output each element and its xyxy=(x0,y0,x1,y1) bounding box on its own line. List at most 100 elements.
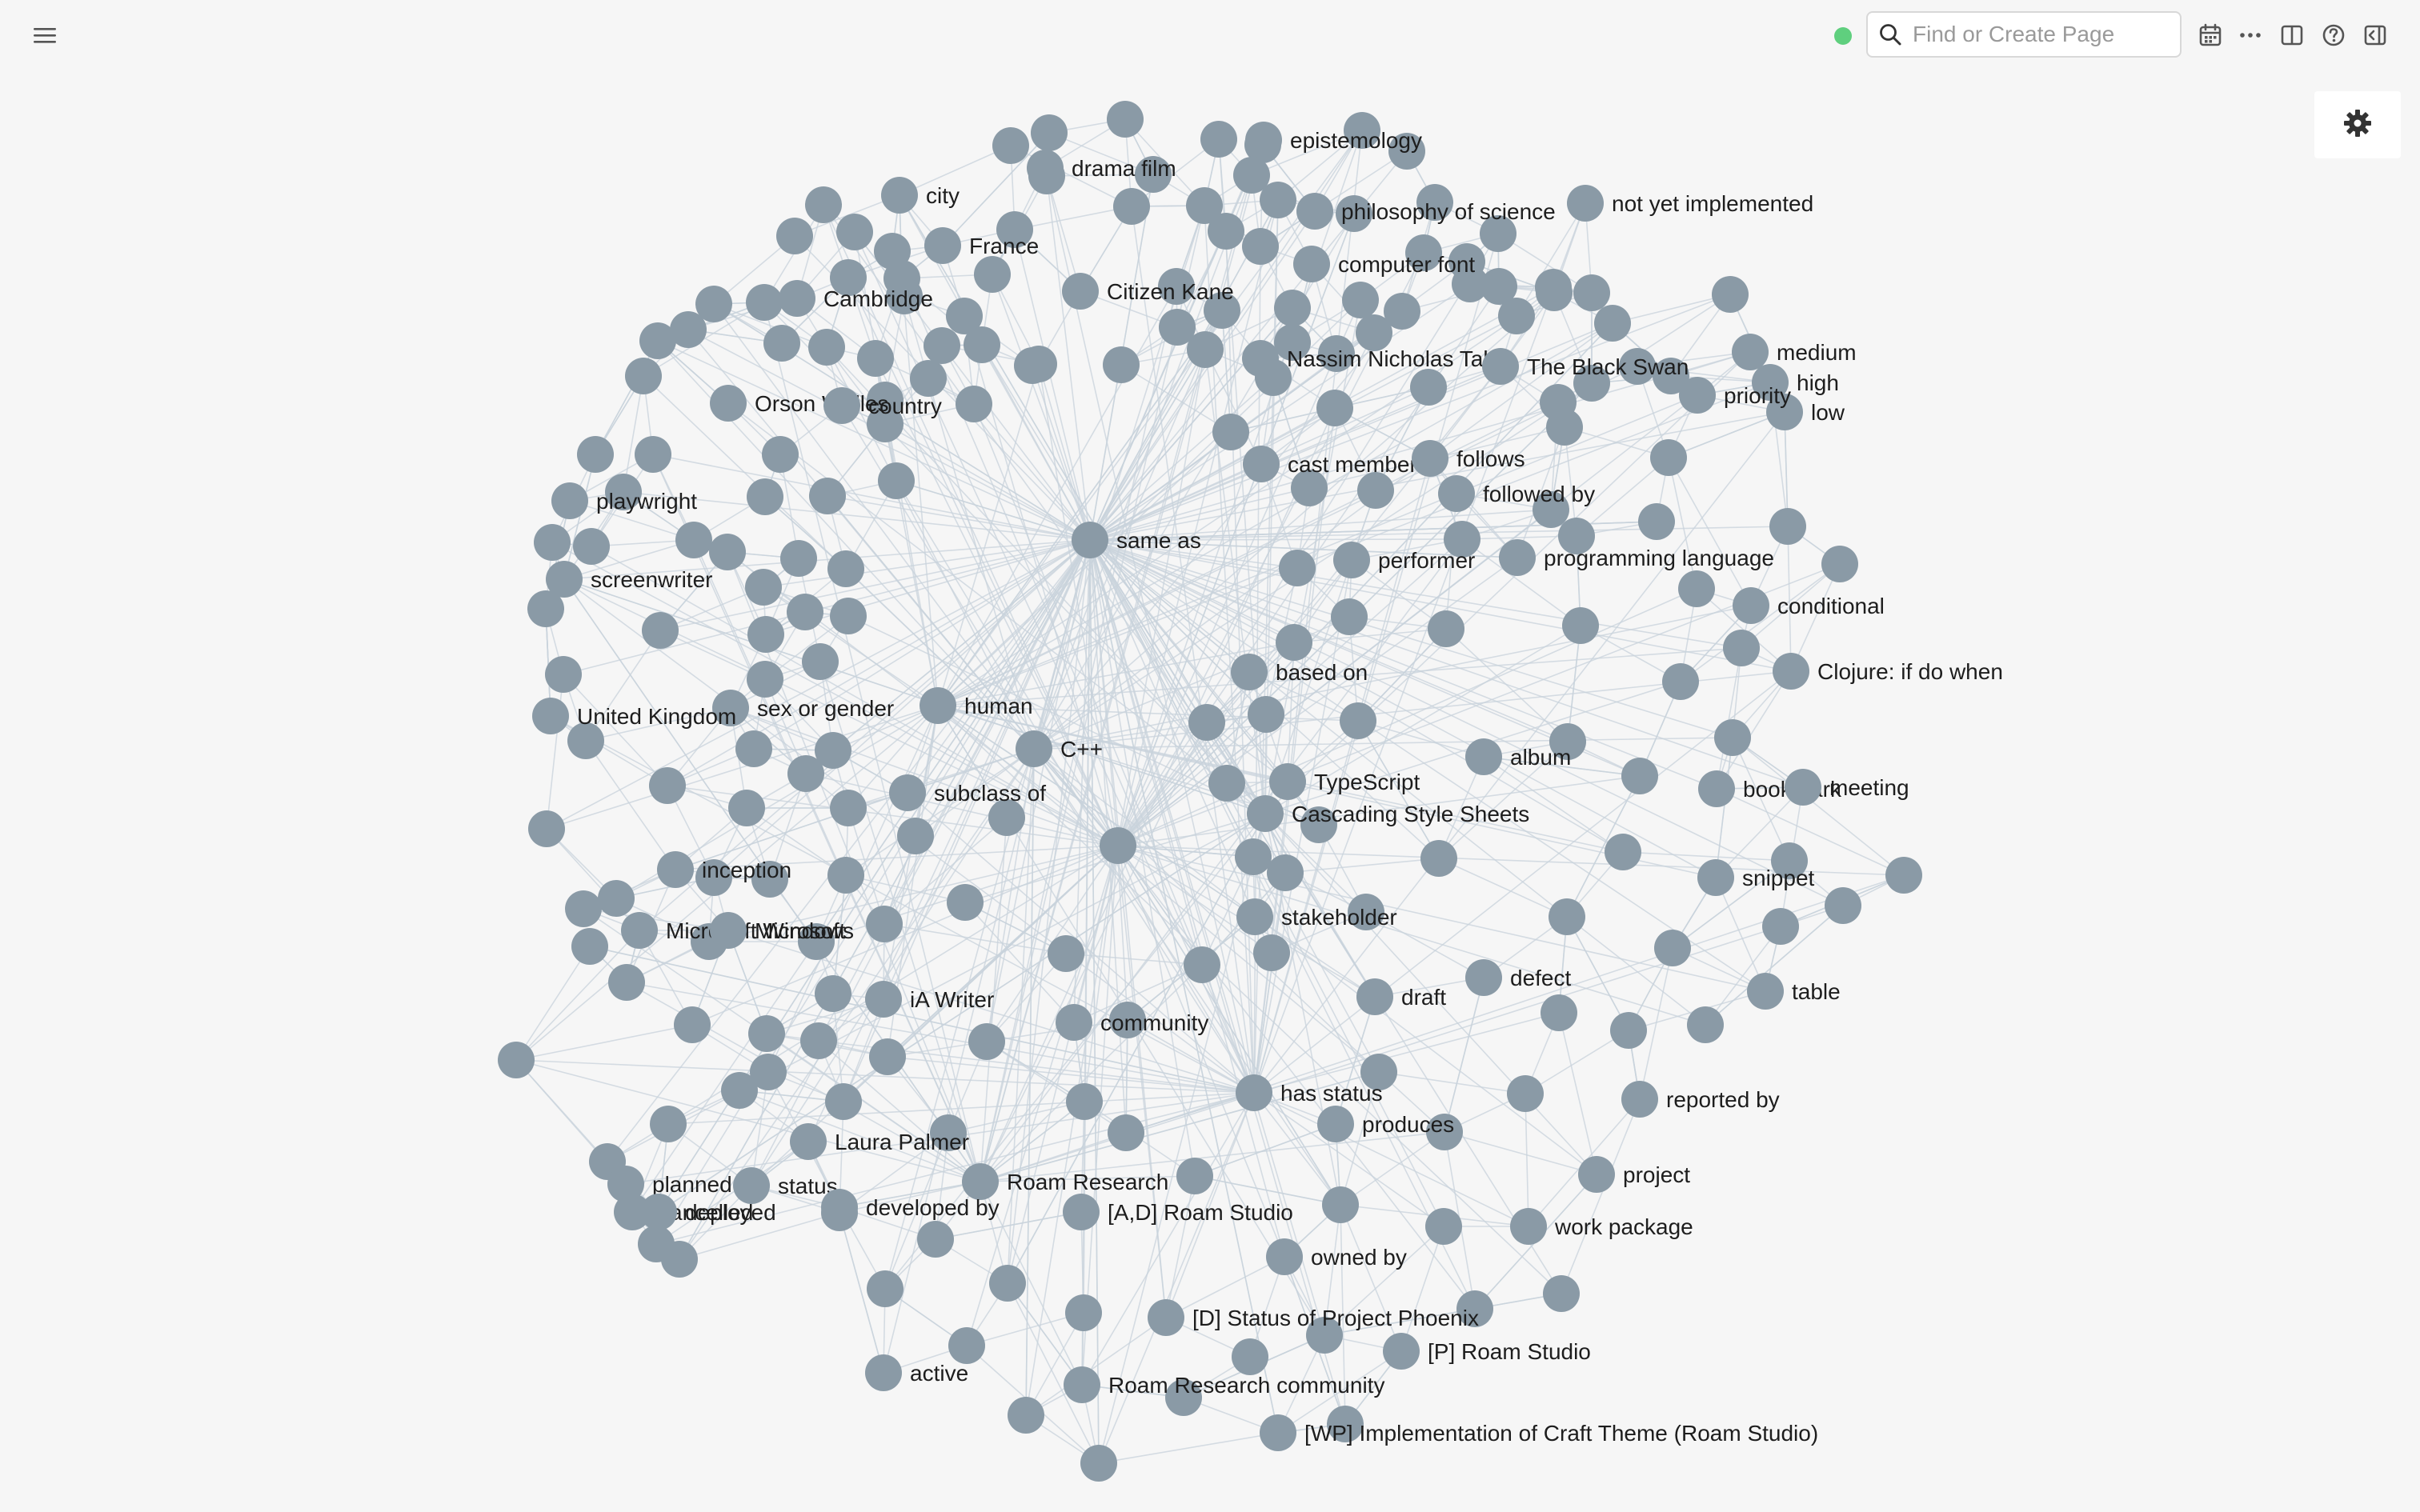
graph-node[interactable] xyxy=(649,767,686,804)
graph-node[interactable] xyxy=(1567,185,1604,222)
node-label-subclass-of[interactable]: subclass of xyxy=(934,781,1046,806)
node-label-roam-research-community[interactable]: Roam Research community xyxy=(1108,1373,1384,1398)
node-label-performer[interactable]: performer xyxy=(1378,548,1475,573)
graph-node[interactable] xyxy=(827,857,864,894)
graph-node[interactable] xyxy=(1260,1414,1296,1451)
graph-node[interactable] xyxy=(1236,1074,1272,1111)
graph-node[interactable] xyxy=(1687,1006,1724,1043)
node-label-based-on[interactable]: based on xyxy=(1276,660,1368,685)
graph-node[interactable] xyxy=(1274,290,1311,326)
node-label-reported-by[interactable]: reported by xyxy=(1666,1087,1780,1112)
graph-node[interactable] xyxy=(1885,857,1922,894)
node-label-draft[interactable]: draft xyxy=(1401,985,1446,1010)
graph-node[interactable] xyxy=(1236,898,1273,935)
graph-node[interactable] xyxy=(1317,1106,1354,1142)
graph-node[interactable] xyxy=(546,561,583,598)
graph-node[interactable] xyxy=(1383,1333,1420,1370)
graph-node[interactable] xyxy=(733,1167,770,1204)
graph-node[interactable] xyxy=(805,186,842,223)
graph-node[interactable] xyxy=(545,656,582,693)
graph-node[interactable] xyxy=(1732,334,1769,370)
graph-node[interactable] xyxy=(1410,369,1447,406)
graph-node[interactable] xyxy=(815,732,851,769)
graph-node[interactable] xyxy=(1188,704,1225,741)
node-label-work-package[interactable]: work package xyxy=(1554,1214,1693,1239)
graph-node[interactable] xyxy=(948,1327,985,1364)
graph-node[interactable] xyxy=(1066,1083,1103,1120)
graph-node[interactable] xyxy=(1499,539,1536,576)
graph-node[interactable] xyxy=(1232,1338,1268,1375)
graph-node[interactable] xyxy=(866,906,903,942)
node-label-table[interactable]: table xyxy=(1792,979,1841,1004)
graph-node[interactable] xyxy=(867,1270,903,1307)
node-label-playwright[interactable]: playwright xyxy=(596,489,697,514)
node-label-meeting[interactable]: meeting xyxy=(1829,775,1909,800)
graph-node[interactable] xyxy=(1773,653,1809,690)
graph-node[interactable] xyxy=(1072,522,1108,558)
graph-node[interactable] xyxy=(920,687,956,724)
node-label-cast-member[interactable]: cast member xyxy=(1288,452,1417,477)
graph-node[interactable] xyxy=(551,482,588,519)
graph-node[interactable] xyxy=(747,616,784,653)
graph-node[interactable] xyxy=(640,1194,677,1230)
graph-node[interactable] xyxy=(1100,827,1136,864)
graph-node[interactable] xyxy=(1662,663,1699,700)
node-label-priority[interactable]: priority xyxy=(1724,383,1791,408)
graph-node[interactable] xyxy=(802,643,839,680)
graph-node[interactable] xyxy=(1465,959,1502,996)
graph-node[interactable] xyxy=(830,790,867,826)
graph-node[interactable] xyxy=(1621,758,1658,794)
graph-node[interactable] xyxy=(1331,598,1368,635)
node-label-sex-or-gender[interactable]: sex or gender xyxy=(757,696,894,721)
graph-node[interactable] xyxy=(1510,1208,1547,1245)
node-label-ia-writer[interactable]: iA Writer xyxy=(910,987,994,1012)
graph-node[interactable] xyxy=(956,386,992,422)
node-label-defect[interactable]: defect xyxy=(1510,966,1571,990)
graph-node[interactable] xyxy=(1212,414,1249,450)
daily-notes-button[interactable] xyxy=(2191,16,2230,54)
graph-node[interactable] xyxy=(809,478,846,514)
graph-node[interactable] xyxy=(1062,273,1099,310)
graph-node[interactable] xyxy=(1605,834,1641,870)
graph-node[interactable] xyxy=(1507,1075,1544,1112)
graph-node[interactable] xyxy=(1785,769,1821,806)
node-label-ad-roam-studio[interactable]: [A,D] Roam Studio xyxy=(1108,1200,1293,1225)
node-label-microsoft[interactable]: Microsoft xyxy=(755,918,846,943)
node-label-country[interactable]: country xyxy=(868,394,942,418)
graph-node[interactable] xyxy=(1031,114,1068,151)
node-label-programming-language[interactable]: programming language xyxy=(1544,546,1774,570)
node-label-css[interactable]: Cascading Style Sheets xyxy=(1292,802,1529,826)
node-label-p-roam-studio[interactable]: [P] Roam Studio xyxy=(1428,1339,1591,1364)
graph-node[interactable] xyxy=(1650,439,1687,476)
graph-node[interactable] xyxy=(1546,409,1583,446)
graph-node[interactable] xyxy=(674,1006,711,1043)
graph-node[interactable] xyxy=(735,730,772,767)
graph-node[interactable] xyxy=(608,964,645,1001)
more-options-button[interactable] xyxy=(2231,16,2270,54)
graph-node[interactable] xyxy=(635,436,671,473)
node-label-cpp[interactable]: C++ xyxy=(1060,737,1103,762)
graph-node[interactable] xyxy=(1541,994,1577,1031)
graph-node[interactable] xyxy=(728,790,765,826)
graph-node[interactable] xyxy=(1184,946,1220,983)
graph-node[interactable] xyxy=(650,1106,687,1142)
graph-node[interactable] xyxy=(565,890,602,927)
node-label-black-swan[interactable]: The Black Swan xyxy=(1527,354,1689,379)
graph-node[interactable] xyxy=(865,981,902,1018)
graph-node[interactable] xyxy=(625,358,662,394)
node-label-active[interactable]: active xyxy=(910,1361,968,1386)
node-label-city[interactable]: city xyxy=(926,183,960,208)
graph-node[interactable] xyxy=(1536,274,1573,311)
node-label-deployed[interactable]: deployed xyxy=(685,1200,776,1225)
graph-node[interactable] xyxy=(721,1072,758,1109)
graph-node[interactable] xyxy=(968,1023,1005,1060)
node-label-cambridge[interactable]: Cambridge xyxy=(823,286,933,311)
search-input[interactable] xyxy=(1913,14,2169,54)
graph-node[interactable] xyxy=(1107,101,1144,138)
graph-node[interactable] xyxy=(825,1083,862,1120)
graph-node[interactable] xyxy=(1208,765,1245,802)
graph-node[interactable] xyxy=(1621,1081,1658,1118)
graph-node[interactable] xyxy=(1769,508,1806,545)
graph-node[interactable] xyxy=(827,550,864,587)
graph-node[interactable] xyxy=(1266,1238,1303,1275)
